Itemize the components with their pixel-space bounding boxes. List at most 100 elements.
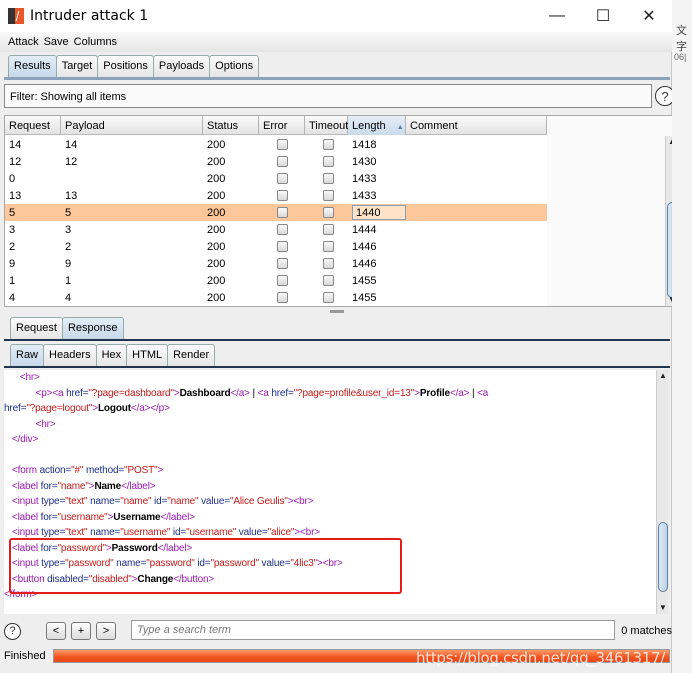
message-tabs-divider [4,339,670,341]
timeout-checkbox[interactable] [323,292,334,303]
col-error[interactable]: Error [259,116,305,135]
response-scroll-up-arrow[interactable]: ▲ [657,370,668,382]
col-status[interactable]: Status [203,116,259,135]
cell-status: 200 [207,172,226,185]
timeout-cell [305,292,348,303]
error-checkbox[interactable] [277,241,288,252]
error-checkbox[interactable] [277,207,288,218]
table-row[interactable]: 13 13 200 1433 [5,187,547,204]
status-text: Finished [4,650,46,662]
tab-html[interactable]: HTML [126,344,169,367]
attack-progress-bar: https://blog.csdn.net/qq_3461317/ [53,649,670,667]
error-checkbox[interactable] [277,275,288,286]
code-line: <hr> [4,417,654,433]
code-token: <form [4,465,40,476]
error-checkbox[interactable] [277,292,288,303]
code-token: > [157,465,164,476]
response-scroll-thumb[interactable] [658,522,668,592]
tab-payloads[interactable]: Payloads [152,55,211,78]
table-row[interactable]: 9 9 200 1446 [5,255,547,272]
code-token: "text" [65,496,88,507]
code-token: value= [236,527,268,538]
code-token: </a></p> [130,403,170,414]
tab-positions[interactable]: Positions [97,55,154,78]
filter-bar[interactable]: Filter: Showing all items [4,84,652,108]
timeout-checkbox[interactable] [323,190,334,201]
col-length[interactable]: Length ▲ [348,116,406,135]
timeout-cell [305,173,348,184]
response-scroll-down-arrow[interactable]: ▼ [657,602,668,614]
cell-request: 0 [9,172,16,185]
tab-request[interactable]: Request [10,317,63,340]
code-token: </div> [4,434,39,445]
menu-attack[interactable]: Attack [8,36,39,48]
col-request[interactable]: Request [5,116,61,135]
error-checkbox[interactable] [277,258,288,269]
cell-length: 1418 [352,138,377,151]
pane-splitter-handle[interactable] [330,310,344,313]
cell-length: 1433 [352,172,377,185]
search-prev-button[interactable]: < [46,622,66,640]
timeout-checkbox[interactable] [323,224,334,235]
search-input[interactable]: Type a search term [131,620,615,640]
table-row[interactable]: 3 3 200 1444 [5,221,547,238]
tab-headers[interactable]: Headers [43,344,97,367]
tab-raw[interactable]: Raw [10,344,45,367]
cell-length-wrap: 1440 [348,205,406,220]
timeout-checkbox[interactable] [323,156,334,167]
timeout-checkbox[interactable] [323,173,334,184]
table-row[interactable]: 12 12 200 1430 [5,153,547,170]
cell-status: 200 [207,138,226,151]
table-row[interactable]: 4 4 200 1455 [5,289,547,306]
timeout-checkbox[interactable] [323,258,334,269]
timeout-checkbox[interactable] [323,275,334,286]
code-token: name= [87,496,121,507]
search-next-button[interactable]: > [96,622,116,640]
maximize-button[interactable]: ☐ [580,0,626,32]
cell-payload: 4 [65,291,72,304]
cell-length: 1446 [352,257,377,270]
error-checkbox[interactable] [277,224,288,235]
close-button[interactable]: ✕ [626,0,672,32]
timeout-cell [305,207,348,218]
results-table: Request Payload Status Error Timeout Len… [4,115,678,307]
menu-columns[interactable]: Columns [74,36,117,48]
tab-results[interactable]: Results [8,55,57,78]
code-token: value= [198,496,230,507]
timeout-cell [305,275,348,286]
error-checkbox[interactable] [277,156,288,167]
table-row[interactable]: 0 200 1433 [5,170,547,187]
code-token: Profile [419,387,450,399]
response-scrollbar[interactable]: ▲ ▼ [656,370,668,614]
tab-hex[interactable]: Hex [95,344,128,367]
code-token: <a [477,387,489,399]
timeout-checkbox[interactable] [323,241,334,252]
table-row[interactable]: 14 14 200 1418 [5,136,547,153]
timeout-cell [305,190,348,201]
col-timeout[interactable]: Timeout [305,116,348,135]
menu-save[interactable]: Save [44,36,69,48]
tab-target[interactable]: Target [55,55,99,78]
minimize-button[interactable]: — [534,0,580,32]
table-row[interactable]: 2 2 200 1446 [5,238,547,255]
code-token: "#" [71,465,84,476]
table-row[interactable]: 5 5 200 1440 [5,204,547,221]
tab-render[interactable]: Render [167,344,216,367]
timeout-checkbox[interactable] [323,139,334,150]
code-token: <input [4,496,42,507]
table-row[interactable]: 1 1 200 1455 [5,272,547,289]
error-checkbox[interactable] [277,139,288,150]
error-checkbox[interactable] [277,190,288,201]
tab-options[interactable]: Options [209,55,260,78]
intruder-window: Intruder attack 1 — ☐ ✕ Attack Save Colu… [0,0,678,673]
cell-status: 200 [207,189,226,202]
timeout-checkbox[interactable] [323,207,334,218]
col-payload[interactable]: Payload [61,116,203,135]
cell-payload: 1 [65,274,72,287]
error-checkbox[interactable] [277,173,288,184]
tab-response[interactable]: Response [61,317,124,340]
col-comment[interactable]: Comment [406,116,547,135]
search-add-button[interactable]: + [71,622,91,640]
search-help-icon[interactable]: ? [4,622,21,640]
error-cell [259,275,305,286]
